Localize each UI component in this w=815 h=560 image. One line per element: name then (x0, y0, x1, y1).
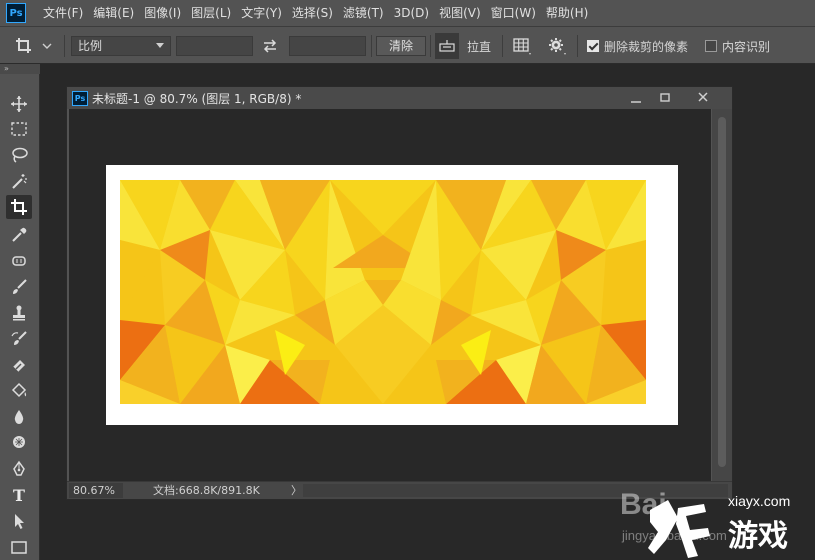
swap-dimensions-button[interactable] (262, 27, 278, 65)
width-field[interactable] (176, 36, 253, 56)
chevron-down-icon (42, 43, 52, 49)
move-icon (11, 96, 27, 112)
magic-wand-tool[interactable] (6, 169, 32, 193)
blur-tool[interactable] (6, 405, 32, 429)
maximize-icon (660, 93, 670, 102)
height-field[interactable] (289, 36, 366, 56)
rectangular-marquee-icon (11, 122, 27, 136)
chevron-down-icon (156, 43, 164, 48)
low-poly-yellow-artwork (120, 180, 646, 404)
content-aware-checkbox[interactable] (705, 40, 717, 52)
clear-button[interactable]: 清除 (376, 36, 426, 56)
menu-layer[interactable]: 图层(L) (186, 0, 236, 26)
brush-tool[interactable] (6, 275, 32, 299)
crop-icon (11, 199, 27, 215)
ratio-select[interactable]: 比例 (71, 36, 171, 56)
arrow-pointer-icon (15, 514, 24, 529)
lasso-tool[interactable] (6, 143, 32, 167)
lasso-icon (12, 147, 28, 163)
magic-wand-icon (12, 174, 27, 189)
rectangle-icon (11, 541, 27, 554)
history-brush-icon (11, 331, 27, 345)
ratio-select-value: 比例 (78, 39, 103, 53)
document-titlebar[interactable]: Ps 未标题-1 @ 80.7% (图层 1, RGB/8) * (67, 87, 732, 109)
vertical-scrollbar[interactable] (712, 109, 732, 481)
delete-cropped-checkbox[interactable] (587, 40, 599, 52)
close-icon (698, 92, 708, 102)
maximize-button[interactable] (654, 89, 676, 107)
menu-filter[interactable]: 滤镜(T) (338, 0, 389, 26)
history-brush-tool[interactable] (6, 327, 32, 351)
paint-bucket-icon (11, 382, 27, 398)
menu-bar: Ps 文件(F) 编辑(E) 图像(I) 图层(L) 文字(Y) 选择(S) 滤… (0, 0, 815, 26)
gear-icon (549, 38, 566, 55)
content-aware-label: 内容识别 (722, 39, 771, 54)
overlay-options-button[interactable] (512, 27, 532, 65)
menu-image[interactable]: 图像(I) (139, 0, 186, 26)
path-select-tool[interactable] (6, 509, 32, 533)
pen-tool[interactable] (6, 457, 32, 481)
separator (502, 35, 503, 57)
crop-preset-picker[interactable] (14, 27, 52, 65)
healing-brush-icon (12, 256, 26, 266)
menu-window[interactable]: 窗口(W) (486, 0, 541, 26)
options-bar: 比例 清除 拉直 删除裁剪的像素 内容识别 (0, 26, 815, 64)
menu-3d[interactable]: 3D(D) (389, 0, 434, 26)
document-size-info: 文档:668.8K/891.8K (153, 484, 260, 497)
site-watermark: Bai jingyan.baidu.com xiayx.com 游戏 (620, 488, 790, 558)
delete-cropped-pixels-option[interactable]: 删除裁剪的像素 (587, 27, 688, 65)
stamp-icon (13, 305, 25, 321)
menu-select[interactable]: 选择(S) (287, 0, 338, 26)
separator (371, 35, 372, 57)
watermark-brand: 游戏 (728, 519, 788, 554)
menu-file[interactable]: 文件(F) (38, 0, 88, 26)
eraser-icon (12, 360, 25, 373)
clone-stamp-tool[interactable] (6, 301, 32, 325)
pen-icon (13, 460, 25, 476)
eyedropper-tool[interactable] (6, 223, 32, 247)
move-tool[interactable] (6, 92, 32, 116)
straighten-level-icon (439, 40, 455, 52)
droplet-icon (14, 410, 24, 424)
photoshop-document-icon: Ps (72, 90, 88, 106)
menu-type[interactable]: 文字(Y) (236, 0, 287, 26)
menu-help[interactable]: 帮助(H) (541, 0, 593, 26)
menu-edit[interactable]: 编辑(E) (88, 0, 139, 26)
type-tool[interactable]: T (6, 483, 32, 507)
panel-collapse-grip[interactable]: » (0, 64, 40, 74)
separator (577, 35, 578, 57)
rectangle-tool[interactable] (6, 535, 32, 559)
watermark-domain: xiayx.com (728, 493, 790, 509)
content-aware-option[interactable]: 内容识别 (705, 27, 770, 65)
watermark-text-url: jingyan.baidu.com (621, 528, 727, 543)
minimize-button[interactable] (625, 89, 647, 107)
delete-cropped-label: 删除裁剪的像素 (604, 39, 689, 54)
separator (64, 35, 65, 57)
eyedropper-icon (12, 227, 27, 242)
vertical-scrollbar-thumb[interactable] (718, 117, 726, 467)
eraser-tool[interactable] (6, 353, 32, 377)
paint-bucket-tool[interactable] (6, 379, 32, 403)
status-menu-arrow[interactable]: 〉 (291, 482, 302, 499)
grid-overlay-icon (513, 38, 531, 55)
dodge-tool[interactable] (6, 431, 32, 455)
minimize-icon (631, 101, 641, 103)
straighten-button[interactable] (435, 33, 459, 59)
straighten-label: 拉直 (467, 39, 492, 54)
photoshop-logo-icon: Ps (6, 3, 26, 23)
marquee-tool[interactable] (6, 117, 32, 141)
crop-icon (16, 38, 31, 53)
crop-tool[interactable] (6, 195, 32, 219)
crop-settings-button[interactable] (547, 27, 567, 65)
dodge-icon (13, 436, 25, 448)
close-button[interactable] (692, 89, 714, 107)
document-title: 未标题-1 @ 80.7% (图层 1, RGB/8) * (92, 91, 302, 106)
healing-tool[interactable] (6, 249, 32, 273)
menu-view[interactable]: 视图(V) (434, 0, 486, 26)
separator (430, 35, 431, 57)
tools-panel: » T (0, 64, 40, 560)
brush-icon (13, 279, 27, 294)
zoom-level-field[interactable]: 80.67% (69, 483, 123, 498)
swap-arrows-icon (263, 39, 277, 53)
